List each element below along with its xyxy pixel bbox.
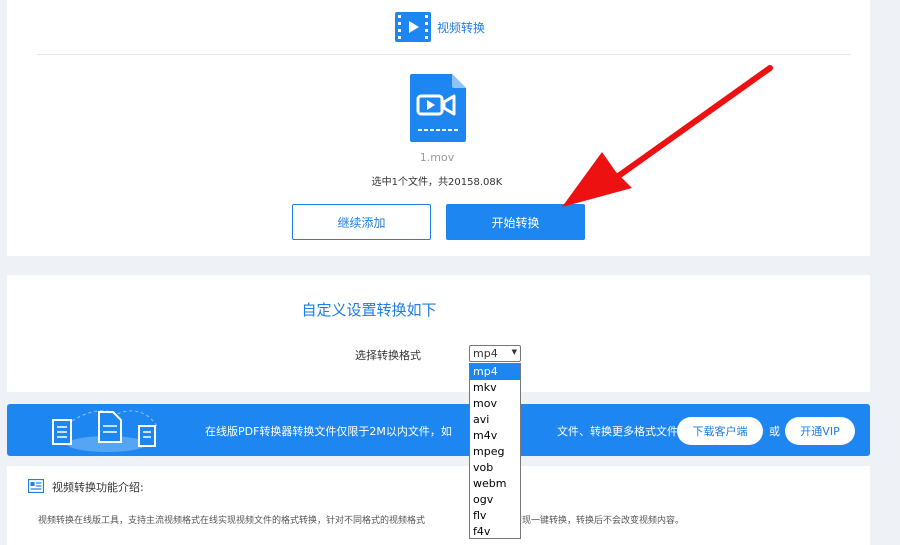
format-option-mkv[interactable]: mkv [470,380,520,396]
header-divider [37,54,850,55]
intro-title: 视频转换功能介绍: [52,481,144,494]
article-icon [28,479,44,493]
intro-text: 视频转换在线版工具，支持主流视频格式在线实现视频文件的格式转换，针对不同格式的视… [38,513,684,526]
format-option-mov[interactable]: mov [470,396,520,412]
video-file-icon [410,74,466,142]
upload-card: 视频转换 1.mov 选中1个文件，共20158.08K 继续添加 开始转换 [7,0,870,256]
format-option-f4v[interactable]: f4v [470,524,520,540]
intro-text-main: 视频转换在线版工具，支持主流视频格式在线实现视频文件的格式转换，针对不同格式的视… [38,516,426,526]
file-name: 1.mov [419,151,455,164]
file-summary: 选中1个文件，共20158.08K [371,177,503,188]
format-select[interactable]: mp4 ▼ [469,345,521,362]
download-client-button[interactable]: 下载客户端 [677,417,763,445]
format-option-ogv[interactable]: ogv [470,492,520,508]
format-label: 选择转换格式 [355,349,421,362]
banner-text: 在线版PDF转换器转换文件仅限于2M以内文件，如 [205,425,452,438]
format-option-flv[interactable]: flv [470,508,520,524]
or-label: 或 [769,425,780,438]
caret-down-icon: ▼ [511,348,517,356]
settings-card: 自定义设置转换如下 选择转换格式 mp4 ▼ [7,275,870,392]
page-header: 视频转换 [395,12,485,42]
format-option-m4v[interactable]: m4v [470,428,520,444]
video-film-icon [395,12,431,42]
intro-card: 视频转换功能介绍: 视频转换在线版工具，支持主流视频格式在线实现视频文件的格式转… [7,466,870,545]
page-title: 视频转换 [437,20,486,35]
format-select-value: mp4 [473,347,498,360]
documents-illustration-icon [52,410,158,452]
format-dropdown-list: mp4 mkv mov avi m4v mpeg vob webm ogv fl… [469,363,521,539]
start-convert-button[interactable]: 开始转换 [446,204,585,240]
format-option-mp4[interactable]: mp4 [470,364,520,380]
format-option-vob[interactable]: vob [470,460,520,476]
format-option-avi[interactable]: avi [470,412,520,428]
open-vip-button[interactable]: 开通VIP [785,417,855,445]
format-option-mpeg[interactable]: mpeg [470,444,520,460]
settings-title: 自定义设置转换如下 [301,301,437,319]
continue-add-button[interactable]: 继续添加 [292,204,431,240]
format-option-webm[interactable]: webm [470,476,520,492]
promo-banner: 在线版PDF转换器转换文件仅限于2M以内文件，如 文件、转换更多格式文件，请 下… [7,404,870,456]
